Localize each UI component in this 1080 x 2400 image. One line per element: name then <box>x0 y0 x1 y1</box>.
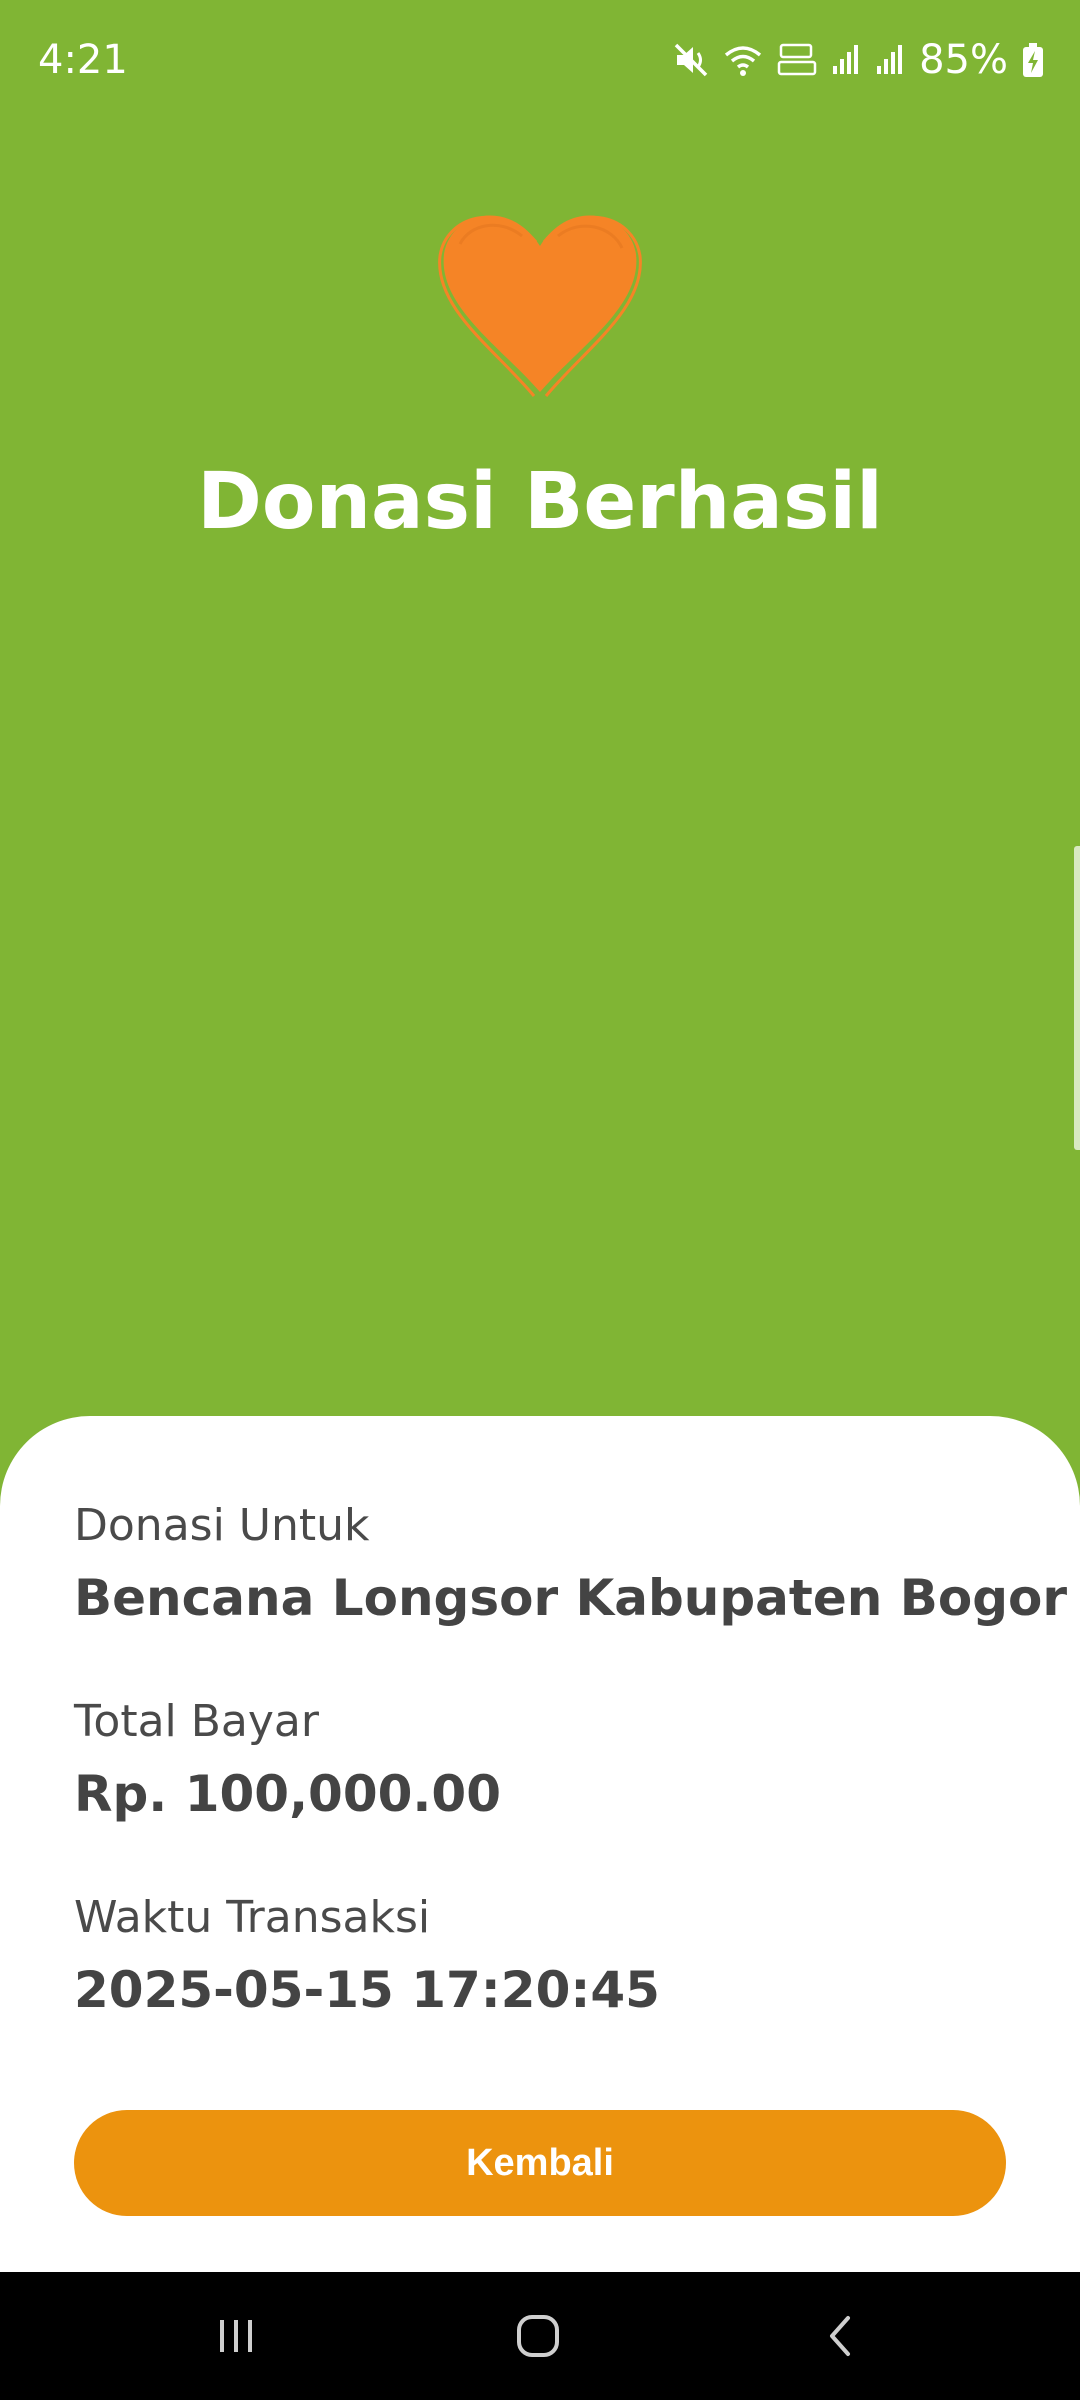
status-time: 4:21 <box>38 37 128 83</box>
transaction-time-value: 2025-05-15 17:20:45 <box>74 1961 660 2019</box>
donation-for-value: Bencana Longsor Kabupaten Bogor <box>74 1569 1067 1627</box>
signal-icon <box>833 45 859 74</box>
battery-charging-icon <box>1023 43 1043 77</box>
battery-percentage: 85% <box>919 37 1008 83</box>
back-nav-button[interactable] <box>780 2272 900 2400</box>
back-icon <box>830 2316 850 2356</box>
back-button[interactable]: Kembali <box>74 2110 1006 2216</box>
donation-detail-sheet: Donasi Untuk Bencana Longsor Kabupaten B… <box>0 1416 1080 2272</box>
system-nav-bar <box>0 2272 1080 2400</box>
donation-for-label: Donasi Untuk <box>74 1500 370 1551</box>
status-icons: 85% <box>673 34 1044 86</box>
home-icon <box>517 2315 559 2357</box>
recent-apps-icon <box>220 2320 252 2352</box>
mute-icon <box>674 43 708 77</box>
page-title: Donasi Berhasil <box>197 457 883 547</box>
recent-apps-button[interactable] <box>176 2272 296 2400</box>
volte-icon <box>777 43 817 76</box>
signal-icon <box>877 45 903 74</box>
total-payment-group: Total Bayar Rp. 100,000.00 <box>74 1694 1014 1826</box>
status-bar: 4:21 85% <box>0 0 1080 120</box>
donation-for-group: Donasi Untuk Bencana Longsor Kabupaten B… <box>74 1498 1067 1630</box>
total-payment-label: Total Bayar <box>74 1696 319 1747</box>
heart-icon <box>438 215 642 397</box>
home-button[interactable] <box>478 2272 598 2400</box>
transaction-time-label: Waktu Transaksi <box>74 1892 431 1943</box>
scrollbar <box>1074 846 1080 1150</box>
wifi-icon <box>724 46 762 76</box>
total-payment-value: Rp. 100,000.00 <box>74 1765 502 1823</box>
transaction-time-group: Waktu Transaksi 2025-05-15 17:20:45 <box>74 1890 1014 2022</box>
